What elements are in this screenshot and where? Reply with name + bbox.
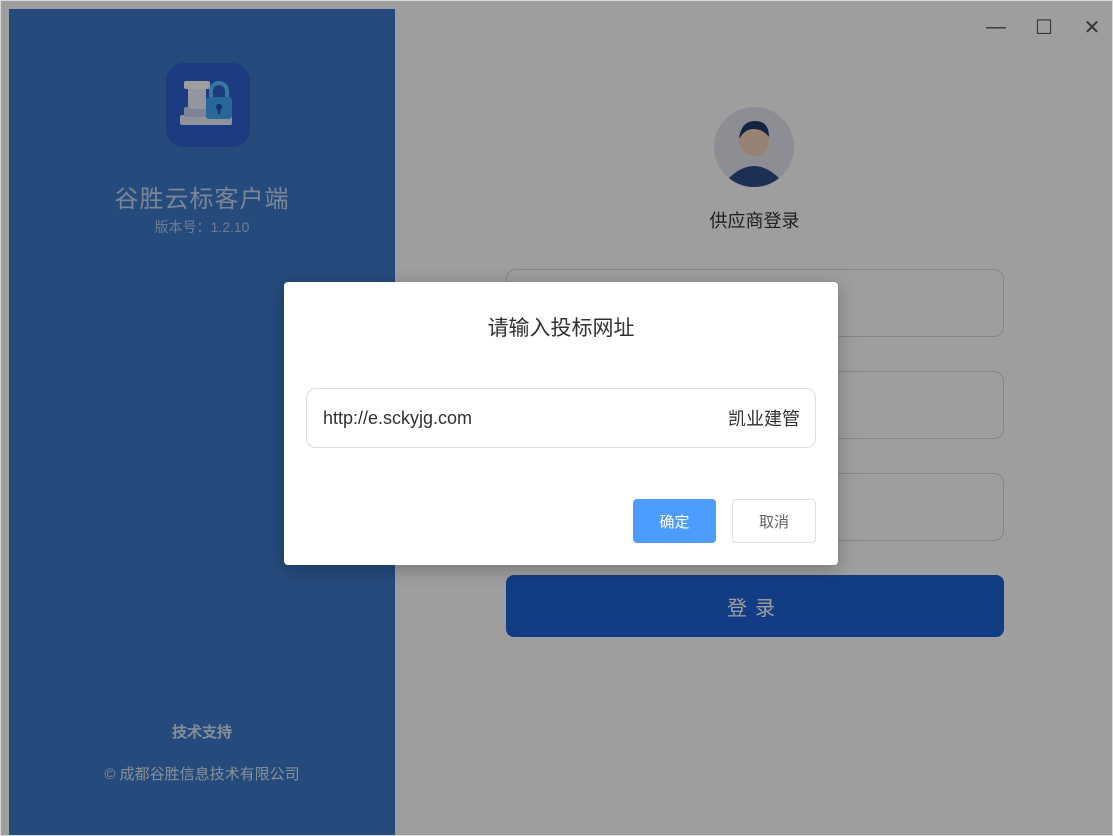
bid-url-site-name: 凯业建管 (728, 409, 800, 429)
confirm-button[interactable]: 确定 (633, 499, 716, 543)
app-window: 谷胜云标客户端 版本号：1.2.10 技术支持 © 成都谷胜信息技术有限公司 —… (0, 0, 1113, 836)
bid-url-dialog: 请输入投标网址 http://e.sckyjg.com 凯业建管 确定 取消 (284, 282, 838, 565)
cancel-button[interactable]: 取消 (732, 499, 816, 543)
bid-url-value: http://e.sckyjg.com (323, 407, 473, 428)
dialog-title: 请输入投标网址 (487, 317, 635, 340)
bid-url-input[interactable]: http://e.sckyjg.com 凯业建管 (306, 388, 816, 448)
